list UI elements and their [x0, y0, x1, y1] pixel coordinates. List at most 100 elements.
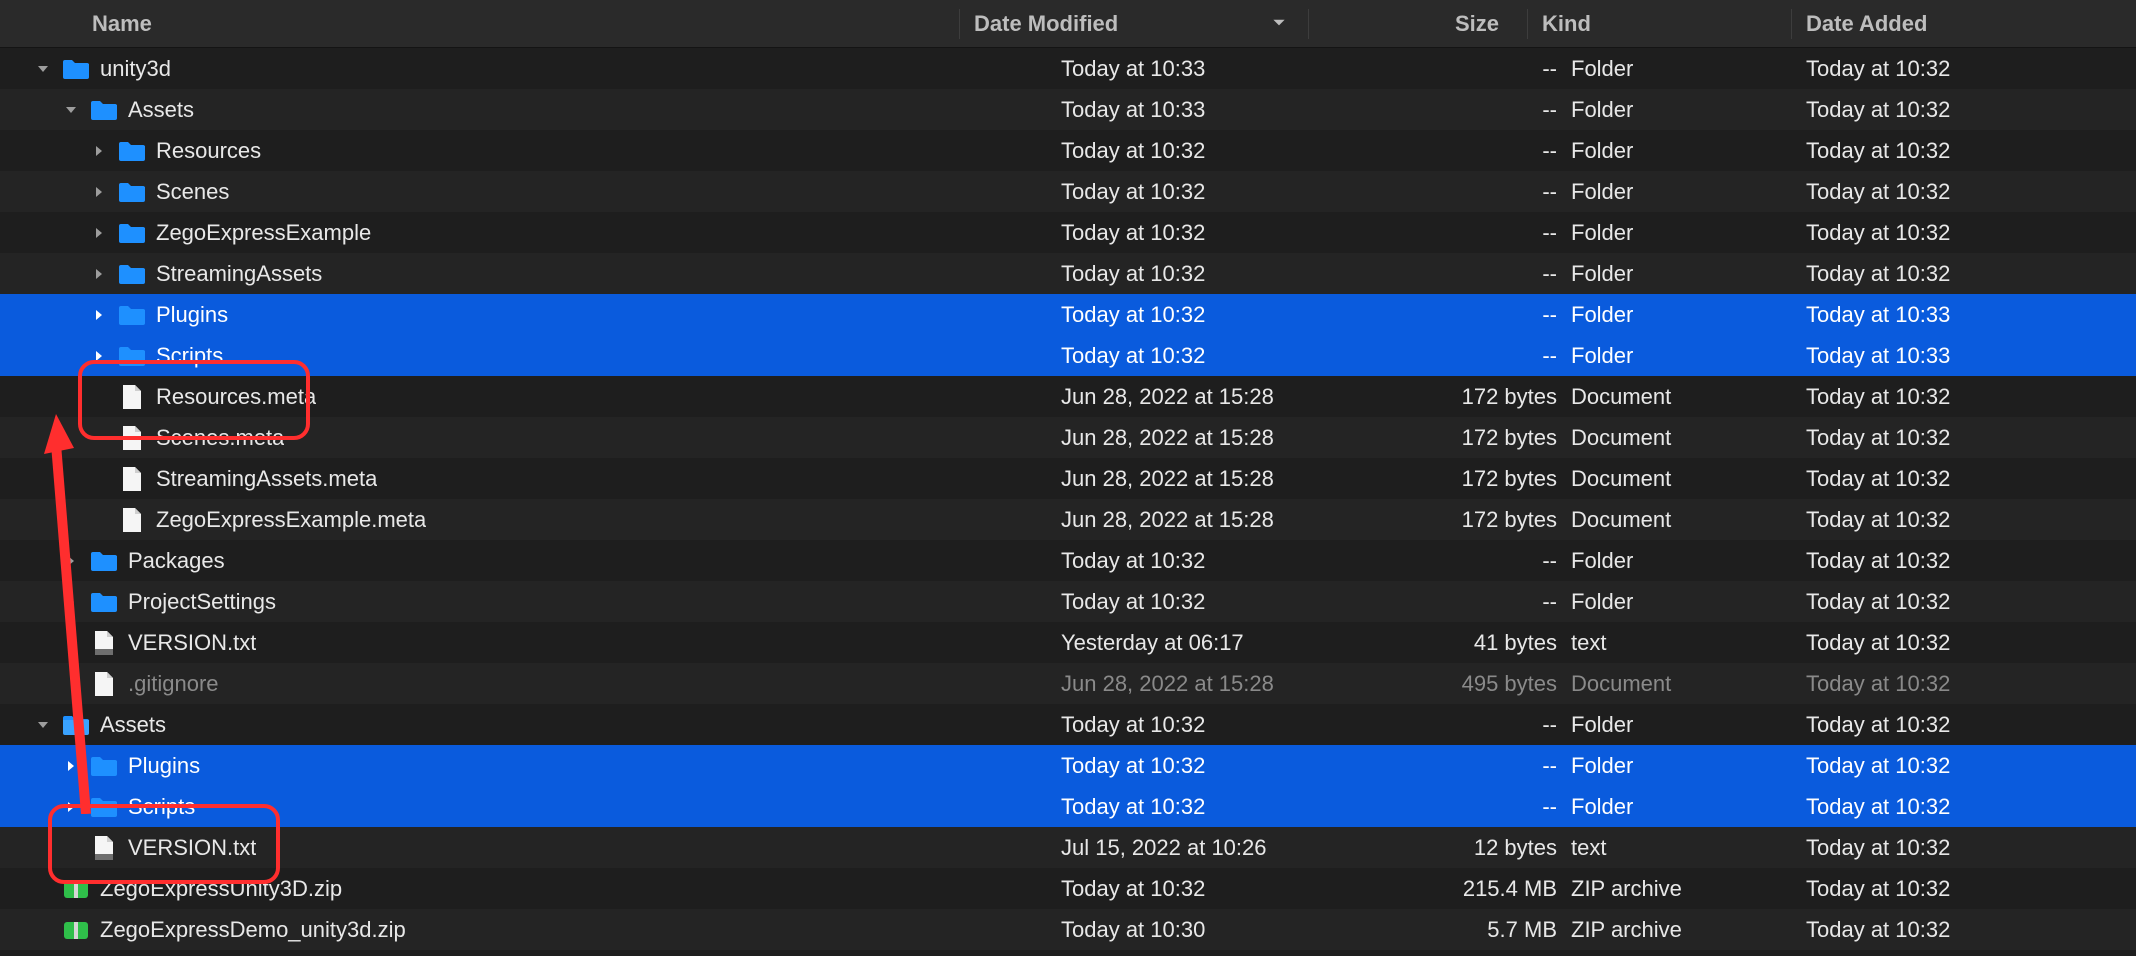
- file-row[interactable]: AssetsToday at 10:33--FolderToday at 10:…: [0, 89, 2136, 130]
- file-kind: Folder: [1571, 56, 1806, 82]
- file-date-modified: Jun 28, 2022 at 15:28: [1061, 671, 1381, 697]
- disclosure-closed-icon[interactable]: [62, 757, 80, 775]
- file-date-added: Today at 10:32: [1806, 138, 2136, 164]
- file-name: Assets: [128, 97, 194, 123]
- file-row[interactable]: StreamingAssets.metaJun 28, 2022 at 15:2…: [0, 458, 2136, 499]
- file-size: 5.7 MB: [1381, 917, 1571, 943]
- column-date-label: Date Modified: [974, 11, 1118, 37]
- file-date-modified: Today at 10:32: [1061, 753, 1381, 779]
- folder-icon: [90, 754, 118, 778]
- file-size: 41 bytes: [1381, 630, 1571, 656]
- file-date-modified: Today at 10:32: [1061, 794, 1381, 820]
- disclosure-open-icon[interactable]: [62, 101, 80, 119]
- column-date-added[interactable]: Date Added: [1806, 11, 2136, 37]
- file-row[interactable]: ZegoExpressUnity3D.zipToday at 10:32215.…: [0, 868, 2136, 909]
- file-row[interactable]: ScriptsToday at 10:32--FolderToday at 10…: [0, 335, 2136, 376]
- file-row[interactable]: .gitignoreJun 28, 2022 at 15:28495 bytes…: [0, 663, 2136, 704]
- file-size: 172 bytes: [1381, 384, 1571, 410]
- file-date-modified: Today at 10:32: [1061, 179, 1381, 205]
- disclosure-closed-icon[interactable]: [90, 183, 108, 201]
- folder-icon: [62, 57, 90, 81]
- file-date-modified: Today at 10:30: [1061, 917, 1381, 943]
- disclosure-closed-icon[interactable]: [90, 142, 108, 160]
- file-size: --: [1381, 753, 1571, 779]
- column-header: Name Date Modified Size Kind Date Added: [0, 0, 2136, 48]
- column-name[interactable]: Name: [0, 11, 945, 37]
- file-kind: text: [1571, 630, 1806, 656]
- file-kind: Folder: [1571, 712, 1806, 738]
- file-row[interactable]: PluginsToday at 10:32--FolderToday at 10…: [0, 294, 2136, 335]
- disclosure-open-icon[interactable]: [34, 716, 52, 734]
- file-name: Scripts: [156, 343, 223, 369]
- file-row[interactable]: VERSION.txtJul 15, 2022 at 10:2612 bytes…: [0, 827, 2136, 868]
- disclosure-closed-icon[interactable]: [90, 265, 108, 283]
- folder-icon: [118, 344, 146, 368]
- disclosure-closed-icon[interactable]: [62, 552, 80, 570]
- file-date-modified: Jun 28, 2022 at 15:28: [1061, 384, 1381, 410]
- column-kind[interactable]: Kind: [1542, 11, 1777, 37]
- file-name: Packages: [128, 548, 225, 574]
- file-row[interactable]: PackagesToday at 10:32--FolderToday at 1…: [0, 540, 2136, 581]
- file-row[interactable]: VERSION.txtYesterday at 06:1741 bytestex…: [0, 622, 2136, 663]
- file-name: ZegoExpressUnity3D.zip: [100, 876, 342, 902]
- sort-descending-icon: [1270, 11, 1288, 37]
- disclosure-open-icon[interactable]: [34, 60, 52, 78]
- file-kind: Folder: [1571, 97, 1806, 123]
- file-name: ZegoExpressDemo_unity3d.zip: [100, 917, 406, 943]
- file-row[interactable]: Scenes.metaJun 28, 2022 at 15:28172 byte…: [0, 417, 2136, 458]
- file-row[interactable]: ScenesToday at 10:32--FolderToday at 10:…: [0, 171, 2136, 212]
- file-row[interactable]: PluginsToday at 10:32--FolderToday at 10…: [0, 745, 2136, 786]
- file-date-added: Today at 10:32: [1806, 630, 2136, 656]
- disclosure-closed-icon[interactable]: [62, 798, 80, 816]
- file-date-added: Today at 10:32: [1806, 507, 2136, 533]
- file-date-added: Today at 10:32: [1806, 835, 2136, 861]
- file-row[interactable]: unity3dToday at 10:33--FolderToday at 10…: [0, 48, 2136, 89]
- file-date-modified: Today at 10:33: [1061, 97, 1381, 123]
- file-date-modified: Today at 10:32: [1061, 302, 1381, 328]
- file-date-modified: Today at 10:32: [1061, 138, 1381, 164]
- disclosure-closed-icon[interactable]: [90, 347, 108, 365]
- file-name: Plugins: [156, 302, 228, 328]
- disclosure-closed-icon[interactable]: [62, 593, 80, 611]
- file-date-modified: Today at 10:32: [1061, 220, 1381, 246]
- file-date-added: Today at 10:32: [1806, 753, 2136, 779]
- column-divider[interactable]: [959, 9, 960, 39]
- file-row[interactable]: StreamingAssetsToday at 10:32--FolderTod…: [0, 253, 2136, 294]
- file-size: 495 bytes: [1381, 671, 1571, 697]
- file-name: Scripts: [128, 794, 195, 820]
- file-date-modified: Today at 10:32: [1061, 712, 1381, 738]
- text-file-icon: [90, 631, 118, 655]
- file-name: Scenes: [156, 179, 229, 205]
- file-row[interactable]: Resources.metaJun 28, 2022 at 15:28172 b…: [0, 376, 2136, 417]
- file-row[interactable]: ZegoExpressExample.metaJun 28, 2022 at 1…: [0, 499, 2136, 540]
- disclosure-closed-icon[interactable]: [90, 224, 108, 242]
- archive-icon: [62, 877, 90, 901]
- file-size: --: [1381, 712, 1571, 738]
- column-divider[interactable]: [1308, 9, 1309, 39]
- file-row[interactable]: AssetsToday at 10:32--FolderToday at 10:…: [0, 704, 2136, 745]
- file-size: 215.4 MB: [1381, 876, 1571, 902]
- file-kind: Folder: [1571, 753, 1806, 779]
- column-size[interactable]: Size: [1323, 11, 1513, 37]
- file-row[interactable]: ResourcesToday at 10:32--FolderToday at …: [0, 130, 2136, 171]
- folder-icon: [90, 549, 118, 573]
- column-divider[interactable]: [1527, 9, 1528, 39]
- file-name: Scenes.meta: [156, 425, 284, 451]
- file-kind: Folder: [1571, 589, 1806, 615]
- file-row[interactable]: ScriptsToday at 10:32--FolderToday at 10…: [0, 786, 2136, 827]
- file-row[interactable]: ZegoExpressDemo_unity3d.zip Today at 10:3…: [0, 909, 2136, 950]
- column-divider[interactable]: [1791, 9, 1792, 39]
- file-date-added: Today at 10:32: [1806, 97, 2136, 123]
- file-kind: Folder: [1571, 343, 1806, 369]
- column-kind-label: Kind: [1542, 11, 1591, 36]
- file-row[interactable]: ZegoExpressExampleToday at 10:32--Folder…: [0, 212, 2136, 253]
- disclosure-closed-icon[interactable]: [90, 306, 108, 324]
- column-date-modified[interactable]: Date Modified: [974, 11, 1294, 37]
- file-kind: Folder: [1571, 261, 1806, 287]
- file-date-modified: Today at 10:32: [1061, 548, 1381, 574]
- file-row[interactable]: ProjectSettingsToday at 10:32--FolderTod…: [0, 581, 2136, 622]
- file-kind: Folder: [1571, 302, 1806, 328]
- file-kind: Folder: [1571, 220, 1806, 246]
- folder-icon: [118, 221, 146, 245]
- file-date-added: Today at 10:32: [1806, 589, 2136, 615]
